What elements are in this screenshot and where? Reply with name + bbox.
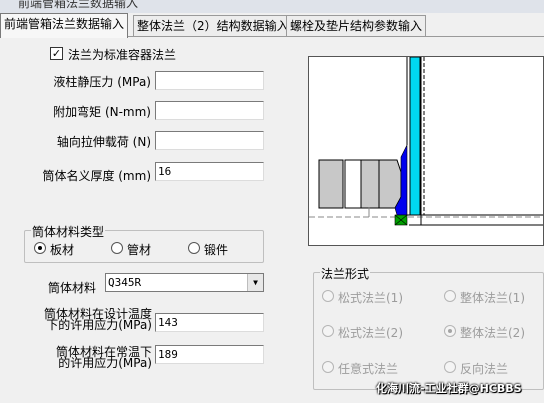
allow-stress-design-input[interactable]: 143 — [155, 313, 264, 332]
axial-load-input[interactable] — [155, 131, 264, 150]
radio-integral-flange-2-label: 整体法兰(2) — [460, 326, 525, 340]
radio-plate[interactable] — [34, 242, 46, 254]
standard-flange-checkbox[interactable]: ✓ — [50, 47, 63, 60]
shell-plate — [409, 57, 421, 216]
flange-hub — [378, 159, 402, 209]
extra-moment-input[interactable] — [155, 101, 264, 120]
tab-strip: 前端管箱法兰数据输入 整体法兰（2）结构数据输入 螺栓及垫片结构参数输入 — [0, 13, 544, 38]
tab-bolt-gasket[interactable]: 螺栓及垫片结构参数输入 — [286, 15, 427, 37]
radio-loose-flange-1-label: 松式法兰(1) — [338, 291, 403, 305]
radio-loose-flange-1[interactable] — [322, 290, 334, 302]
material-value: Q345R — [108, 276, 142, 289]
material-label: 筒体材料 — [48, 281, 97, 295]
standard-flange-label: 法兰为标准容器法兰 — [68, 48, 177, 62]
loose-ring — [318, 159, 344, 209]
flange-ring — [360, 159, 380, 209]
tab-integral-flange-2[interactable]: 整体法兰（2）结构数据输入 — [133, 15, 293, 37]
radio-integral-flange-1-label: 整体法兰(1) — [460, 291, 525, 305]
nominal-thickness-label: 筒体名义厚度 (mm) — [42, 169, 151, 183]
flange-gap — [344, 159, 362, 209]
radio-arbitrary-flange-label: 任意式法兰 — [338, 362, 399, 376]
flange-drawing — [309, 57, 543, 226]
allow-stress-design-label: 筒体材料在设计温度 下的许用应力(MPa) — [14, 308, 152, 332]
static-pressure-input[interactable] — [155, 71, 264, 90]
window-title-bar: 前端管箱法兰数据输入 — [0, 0, 544, 13]
allow-stress-room-label: 筒体材料在常温下 的许用应力(MPa) — [14, 346, 152, 370]
flange-diagram — [308, 56, 544, 246]
watermark: 化海川流-工业社群@HCBBS — [376, 382, 522, 395]
chevron-down-icon[interactable]: ▼ — [247, 274, 263, 291]
radio-arbitrary-flange[interactable] — [322, 361, 334, 373]
nominal-thickness-input[interactable]: 16 — [155, 162, 264, 181]
material-type-title: 筒体材料类型 — [31, 223, 106, 240]
allow-stress-room-input[interactable]: 189 — [155, 345, 264, 364]
radio-forging[interactable] — [188, 242, 200, 254]
radio-reverse-flange[interactable] — [444, 361, 456, 373]
radio-loose-flange-2-label: 松式法兰(2) — [338, 326, 403, 340]
radio-pipe-label: 管材 — [127, 243, 152, 257]
radio-reverse-flange-label: 反向法兰 — [460, 362, 509, 376]
material-select[interactable]: Q345R ▼ — [105, 273, 264, 292]
window-title: 前端管箱法兰数据输入 — [18, 0, 139, 10]
radio-forging-label: 锻件 — [204, 243, 229, 257]
radio-plate-label: 板材 — [50, 243, 75, 257]
radio-pipe[interactable] — [111, 242, 123, 254]
allow-stress-design-label-line2: 下的许用应力(MPa) — [46, 318, 152, 332]
radio-integral-flange-2[interactable] — [444, 325, 456, 337]
radio-integral-flange-1[interactable] — [444, 290, 456, 302]
tab-front-flange[interactable]: 前端管箱法兰数据输入 — [0, 13, 129, 38]
allow-stress-room-label-line2: 的许用应力(MPa) — [58, 356, 152, 370]
flange-form-title: 法兰形式 — [320, 265, 371, 282]
extra-moment-label: 附加弯矩 (N-mm) — [53, 105, 151, 119]
static-pressure-label: 液柱静压力 (MPa) — [53, 75, 151, 89]
radio-loose-flange-2[interactable] — [322, 325, 334, 337]
axial-load-label: 轴向拉伸载荷 (N) — [56, 135, 151, 149]
